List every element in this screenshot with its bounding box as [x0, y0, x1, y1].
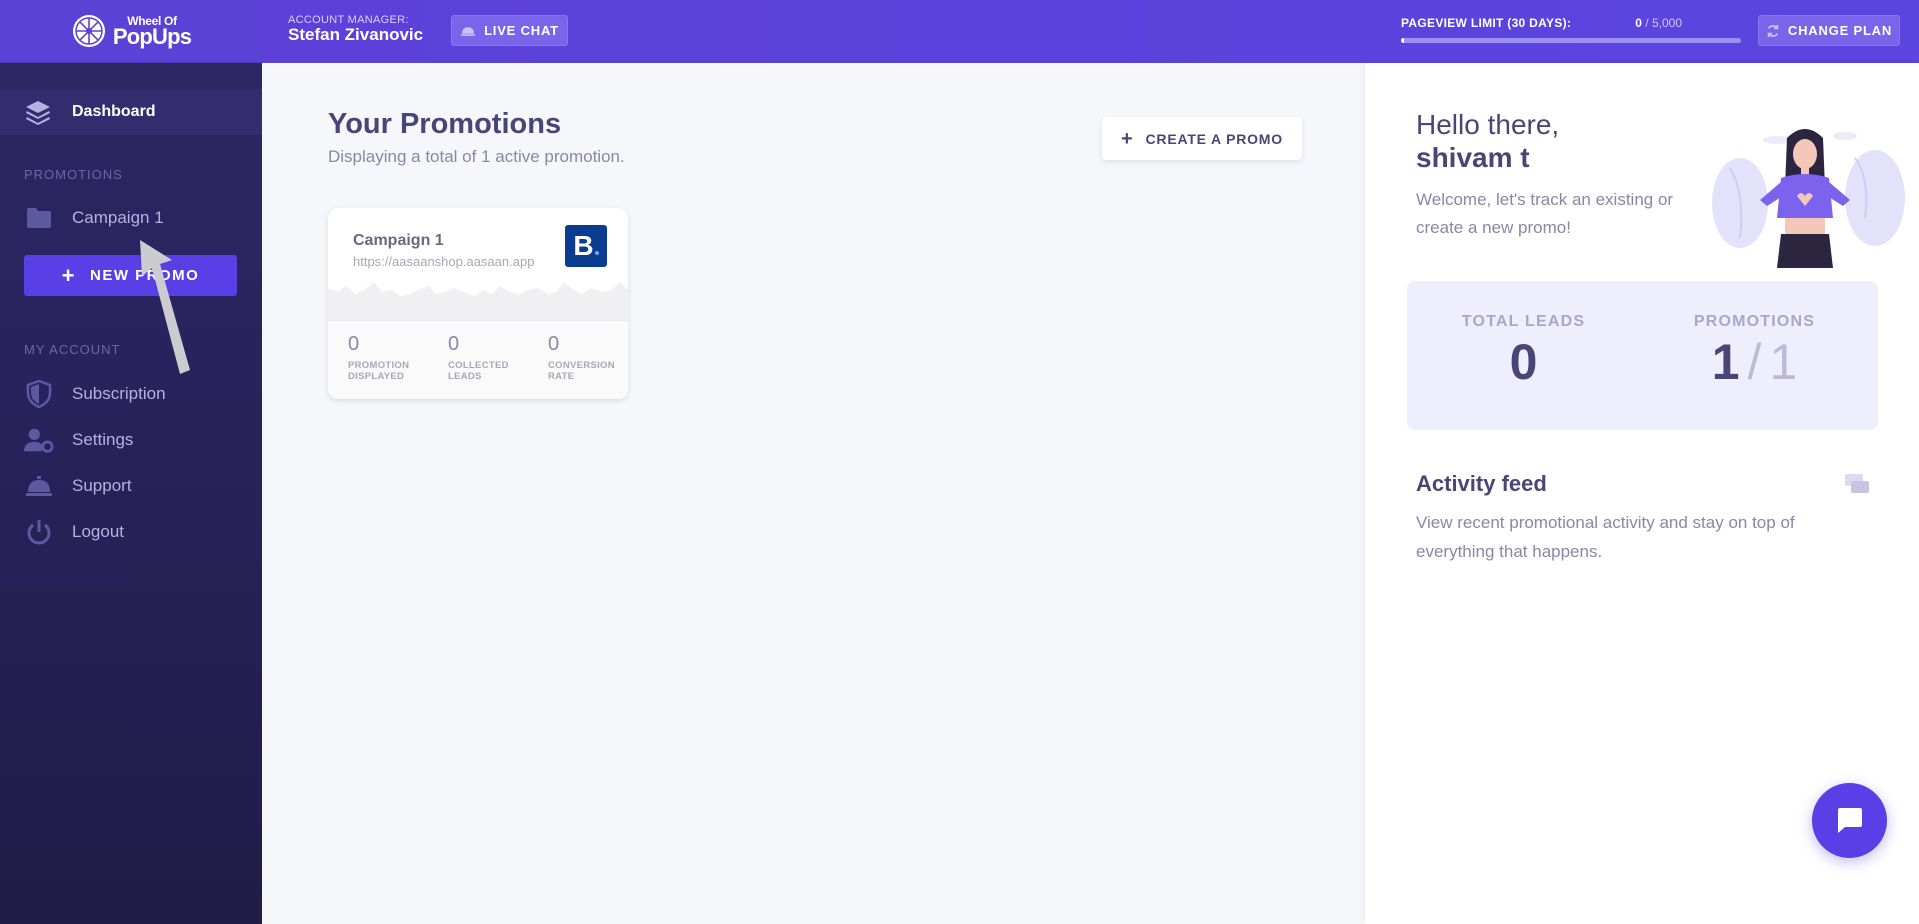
- stat-promotion-displayed: 0 PROMOTION DISPLAYED: [348, 333, 409, 382]
- greeting-text: Hello there,: [1416, 109, 1560, 140]
- pageview-count: 0 / 5,000: [1582, 16, 1682, 30]
- promotions-total: 1: [1769, 334, 1798, 390]
- stat-label: CONVERSION RATE: [548, 360, 615, 382]
- stat-value: 0: [548, 333, 560, 355]
- inbox-stack-icon: [1845, 474, 1869, 493]
- promotions-stat: PROMOTIONS 1/1: [1677, 313, 1832, 391]
- pageview-progress-bar: [1401, 38, 1741, 43]
- shield-icon: [24, 379, 54, 409]
- sidebar-item-subscription[interactable]: Subscription: [24, 379, 166, 409]
- page-title: Your Promotions: [328, 108, 562, 140]
- card-url: https://aasaanshop.aasaan.app: [353, 254, 535, 269]
- greeting: Hello there, shivam t: [1416, 108, 1559, 174]
- create-promo-label: CREATE A PROMO: [1145, 130, 1283, 147]
- wheel-logo-icon: [72, 15, 105, 47]
- woman-heart-illustration: [1712, 129, 1905, 268]
- sidebar-item-label: Support: [72, 476, 132, 495]
- concierge-bell-icon: [461, 27, 476, 36]
- summary-stats: TOTAL LEADS 0 PROMOTIONS 1/1: [1407, 281, 1878, 430]
- sidebar-item-logout[interactable]: Logout: [24, 517, 124, 547]
- topbar: ACCOUNT MANAGER: Stefan Zivanovic LIVE C…: [262, 0, 1919, 63]
- stat-label: PROMOTION DISPLAYED: [348, 360, 410, 382]
- welcome-text: Welcome, let's track an existing or crea…: [1416, 190, 1674, 237]
- sidebar-item-label: Dashboard: [72, 103, 156, 120]
- pageview-progress-fill: [1401, 38, 1405, 43]
- new-promo-label: NEW PROMO: [90, 267, 200, 284]
- promotions-label: PROMOTIONS: [1693, 313, 1816, 330]
- brand-name: Wheel Of PopUps: [112, 15, 192, 49]
- sidebar-item-support[interactable]: Support: [24, 471, 132, 501]
- new-promo-button[interactable]: + NEW PROMO: [24, 255, 237, 296]
- change-plan-button[interactable]: CHANGE PLAN: [1758, 15, 1900, 46]
- total-leads-value: 0: [1509, 334, 1538, 390]
- activity-feed-title: Activity feed: [1416, 471, 1547, 496]
- main-content: Your Promotions Displaying a total of 1 …: [262, 63, 1365, 924]
- promotion-card[interactable]: Campaign 1 https://aasaanshop.aasaan.app…: [328, 208, 628, 399]
- stat-value: 0: [348, 333, 360, 355]
- stat-value: 0: [448, 333, 460, 355]
- sidebar-item-settings[interactable]: Settings: [24, 425, 133, 455]
- layers-icon: [26, 101, 50, 125]
- live-chat-label: LIVE CHAT: [484, 23, 559, 38]
- user-gear-icon: [24, 425, 54, 455]
- page-subtitle: Displaying a total of 1 active promotion…: [328, 147, 625, 166]
- card-title: Campaign 1: [353, 232, 444, 249]
- sidebar-item-label: Subscription: [72, 384, 166, 403]
- card-stats: 0 PROMOTION DISPLAYED 0 COLLECTED LEADS 0 …: [328, 321, 628, 399]
- brand-line2: PopUps: [112, 23, 192, 49]
- chat-widget-button[interactable]: [1812, 783, 1887, 858]
- pageview-used: 0: [1635, 16, 1642, 30]
- sidebar: Wheel Of PopUps Dashboard PROMOTIONS Cam…: [0, 0, 262, 924]
- concierge-bell-icon: [24, 471, 54, 501]
- promotions-value: 1: [1711, 334, 1740, 390]
- pageview-limit: / 5,000: [1645, 16, 1682, 30]
- user-name: shivam t: [1416, 142, 1530, 173]
- chat-icon: [1837, 807, 1862, 833]
- power-icon: [24, 517, 54, 547]
- sidebar-item-dashboard[interactable]: Dashboard: [0, 89, 262, 135]
- pageview-limit-label: PAGEVIEW LIMIT (30 DAYS):: [1401, 16, 1572, 30]
- promotions-count: 1/1: [1711, 334, 1798, 390]
- logo-letter: B: [573, 230, 594, 261]
- sidebar-item-label: Logout: [72, 522, 124, 541]
- account-manager-name: Stefan Zivanovic: [288, 25, 424, 44]
- total-leads-label: TOTAL LEADS: [1461, 313, 1586, 330]
- activity-feed-description: View recent promotional activity and sta…: [1416, 513, 1795, 561]
- refresh-icon: [1767, 24, 1779, 37]
- change-plan-label: CHANGE PLAN: [1787, 23, 1893, 38]
- section-title-promotions: PROMOTIONS: [24, 167, 123, 182]
- brand-logo[interactable]: Wheel Of PopUps: [0, 0, 262, 63]
- activity-sparkline: [328, 282, 628, 320]
- stat-collected-leads: 0 COLLECTED LEADS: [448, 333, 509, 382]
- site-logo-icon: B: [565, 225, 607, 267]
- live-chat-button[interactable]: LIVE CHAT: [451, 15, 568, 46]
- plus-icon: +: [61, 262, 76, 288]
- sidebar-item-label: Settings: [72, 430, 134, 449]
- stat-label: COLLECTED LEADS: [448, 360, 509, 382]
- stat-conversion-rate: 0 CONVERSION RATE: [548, 333, 615, 382]
- sidebar-item-campaign[interactable]: Campaign 1: [24, 203, 164, 233]
- total-leads-stat: TOTAL LEADS 0: [1457, 313, 1590, 391]
- section-title-my-account: MY ACCOUNT: [24, 342, 121, 357]
- folder-icon: [24, 203, 54, 233]
- create-promo-button[interactable]: + CREATE A PROMO: [1102, 117, 1302, 160]
- plus-icon: +: [1121, 127, 1134, 150]
- sidebar-item-label: Campaign 1: [72, 208, 164, 227]
